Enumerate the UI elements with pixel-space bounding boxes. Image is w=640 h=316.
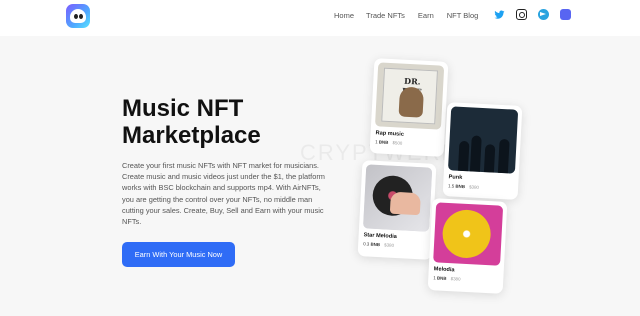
logo-eye-left xyxy=(74,14,78,19)
logo-face xyxy=(70,9,86,23)
nft-card-price: 1 BNB $380 xyxy=(433,275,460,281)
airnfts-logo[interactable] xyxy=(66,4,90,28)
nft-card-title: Punk xyxy=(448,174,463,181)
nft-price-unit: BNB xyxy=(436,275,447,281)
nft-card-rap-music[interactable]: DR. DRE Rap music 1 BNB $500 xyxy=(369,58,449,157)
instagram-icon[interactable] xyxy=(516,9,527,20)
nav-link-earn[interactable]: Earn xyxy=(418,11,434,20)
nft-card-title: Rap music xyxy=(375,130,405,138)
nav-link-home[interactable]: Home xyxy=(334,11,354,20)
album-cover: DR. DRE xyxy=(381,67,438,125)
band-member xyxy=(469,135,482,172)
nft-price-unit: BNB xyxy=(378,139,389,145)
nav-link-trade-nfts[interactable]: Trade NFTs xyxy=(366,11,405,20)
nft-image-melodia xyxy=(433,202,504,266)
nft-card-price: 1 BNB $500 xyxy=(375,139,402,145)
yellow-record xyxy=(441,208,492,260)
nft-price-usd: $380 xyxy=(469,184,480,190)
album-portrait xyxy=(398,86,425,118)
earn-with-music-button[interactable]: Earn With Your Music Now xyxy=(122,242,235,267)
nft-card-title: Star Melodia xyxy=(363,232,398,241)
band-member xyxy=(497,138,510,174)
band-member xyxy=(483,144,496,173)
hero-description: Create your first music NFTs with NFT ma… xyxy=(122,161,325,227)
nft-price-value: 1 xyxy=(375,139,378,145)
nft-card-melodia[interactable]: Melodia 1 BNB $380 xyxy=(427,198,508,294)
nft-price-unit: BNB xyxy=(370,241,381,248)
nav-links: Home Trade NFTs Earn NFT Blog xyxy=(334,11,491,20)
nft-image-rap-music: DR. DRE xyxy=(374,62,445,130)
nft-image-punk xyxy=(447,106,519,174)
twitter-icon[interactable] xyxy=(494,9,505,20)
nft-price-usd: $380 xyxy=(384,242,395,248)
nav-link-nft-blog[interactable]: NFT Blog xyxy=(447,11,479,20)
nft-card-star-melodia[interactable]: Star Melodia 0.3 BNB $380 xyxy=(357,160,437,260)
nft-price-usd: $500 xyxy=(392,140,403,146)
nft-price-unit: BNB xyxy=(455,183,466,190)
band-member xyxy=(457,140,470,172)
nft-price-value: 1 xyxy=(433,275,436,281)
top-navbar: Home Trade NFTs Earn NFT Blog xyxy=(0,0,640,36)
hero-title: Music NFT Marketplace xyxy=(122,95,261,149)
nft-card-price: 0.3 BNB $380 xyxy=(363,241,394,248)
hand xyxy=(389,191,421,216)
nft-card-punk[interactable]: Punk 1.5 BNB $380 xyxy=(442,102,523,200)
logo-eye-right xyxy=(79,14,83,19)
telegram-icon[interactable] xyxy=(538,9,549,20)
social-links xyxy=(494,9,582,20)
nft-card-price: 1.5 BNB $380 xyxy=(448,183,479,190)
nft-price-usd: $380 xyxy=(450,276,461,282)
discord-icon[interactable] xyxy=(560,9,571,20)
nft-price-value: 0.3 xyxy=(363,241,370,247)
nft-price-value: 1.5 xyxy=(448,183,455,189)
nft-card-title: Melodia xyxy=(433,266,455,274)
nft-image-star-melodia xyxy=(362,164,433,232)
